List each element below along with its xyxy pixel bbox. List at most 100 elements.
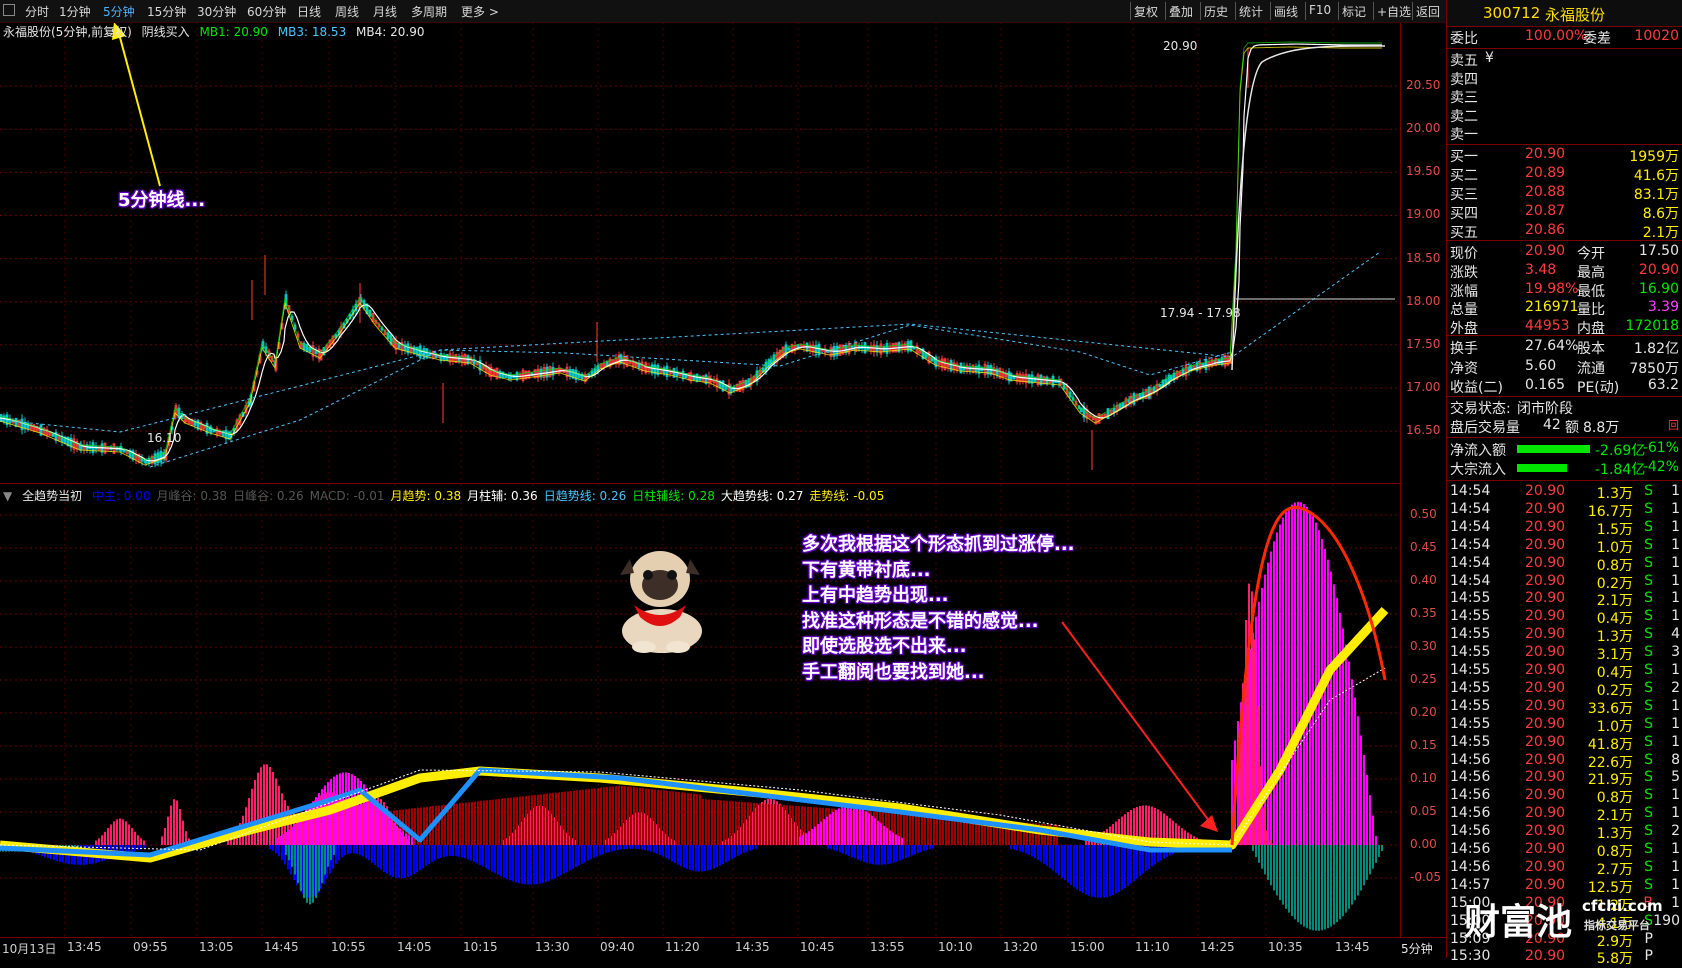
- bid-price: 20.86: [1525, 222, 1566, 238]
- cell: 买四: [1450, 206, 1478, 222]
- tool-button-1[interactable]: 叠加: [1169, 3, 1193, 20]
- tool-button-7[interactable]: +自选: [1377, 3, 1411, 20]
- cell: 0.165: [1525, 377, 1566, 393]
- cell: 17.50: [1638, 243, 1679, 259]
- sell-level-3: 卖三: [1447, 87, 1682, 106]
- trade-price: 20.90: [1525, 679, 1566, 696]
- ma-line-green: [0, 41, 1382, 461]
- trade-count: 4: [1671, 626, 1680, 643]
- time-tick: 09:55: [133, 940, 168, 954]
- cell: 卖三: [1450, 90, 1478, 106]
- trade-price: 20.90: [1525, 554, 1566, 571]
- period-badge[interactable]: 5分钟: [1401, 940, 1433, 957]
- period-tab-2[interactable]: 5分钟: [103, 3, 135, 20]
- cell: 流通: [1577, 360, 1605, 377]
- cell: 卖一: [1450, 127, 1478, 143]
- cell: 20.90: [1525, 243, 1566, 259]
- indicator-legend-item: 日柱辅线: 0.28: [632, 489, 715, 503]
- high-price-marker: 20.90: [1163, 39, 1198, 53]
- trade-price: 20.90: [1525, 662, 1566, 678]
- trade-row: 14:56 20.90 22.6万 S 8: [1447, 751, 1682, 771]
- annotation-arrow: [117, 29, 161, 187]
- time-tick: 14:05: [397, 940, 432, 954]
- indicator-tick: 0.15: [1410, 738, 1437, 752]
- candle-body: [1112, 407, 1116, 413]
- trade-row: 14:55 20.90 2.1万 S 1: [1447, 590, 1682, 609]
- trade-count: 1: [1671, 518, 1680, 535]
- trendline-upper: [0, 251, 1381, 433]
- indicator-title[interactable]: 全趋势当初: [22, 489, 82, 503]
- trade-row: 14:56 20.90 2.7万 S 1: [1447, 858, 1682, 878]
- axis-divider: [0, 937, 1446, 938]
- cell: 14:54: [1450, 483, 1491, 499]
- chart-canvas[interactable]: [0, 0, 1446, 958]
- candle-body: [439, 353, 443, 361]
- trade-price: 20.90: [1525, 787, 1566, 804]
- period-tab-0[interactable]: 分时: [25, 3, 49, 20]
- trade-count: 2: [1671, 679, 1680, 696]
- weibi-value: 100.00%: [1525, 28, 1588, 44]
- tool-button-2[interactable]: 历史: [1204, 3, 1228, 20]
- price-tick: 19.50: [1406, 164, 1441, 179]
- tool-button-8[interactable]: 返回: [1416, 3, 1440, 20]
- tool-button-5[interactable]: F10: [1309, 3, 1331, 17]
- cell: 63.2: [1647, 377, 1679, 393]
- trade-side: S: [1644, 554, 1653, 571]
- cell: PE(动): [1577, 380, 1620, 396]
- trade-row: 14:56 20.90 0.8万 S 1: [1447, 787, 1682, 806]
- candle-body: [545, 366, 549, 378]
- cell: 最低: [1577, 283, 1605, 300]
- period-tab-3[interactable]: 15分钟: [147, 3, 186, 20]
- period-tab-7[interactable]: 周线: [335, 3, 359, 20]
- low-price-marker: 16.10: [147, 431, 182, 445]
- time-tick: 10:35: [1268, 940, 1303, 954]
- trade-count: 1: [1671, 787, 1680, 804]
- period-tab-5[interactable]: 60分钟: [247, 3, 286, 20]
- indicator-annotation-line: 下有黄带衬底...: [802, 559, 931, 581]
- price-tick: 17.00: [1406, 380, 1441, 395]
- time-tick: 13:30: [535, 940, 570, 954]
- trade-row: 14:55 20.90 3.1万 S 3: [1447, 644, 1682, 663]
- pug-icon: [620, 551, 702, 653]
- weibi-row: 委比 100.00% 委差 10020: [1450, 28, 1679, 47]
- period-tab-8[interactable]: 月线: [373, 3, 397, 20]
- collapse-icon[interactable]: ▼: [3, 489, 12, 503]
- trade-row: 14:55 20.90 0.2万 S 2: [1447, 679, 1682, 699]
- period-tab-1[interactable]: 1分钟: [59, 3, 91, 20]
- cell: 涨跌: [1450, 264, 1478, 281]
- mb4-value: MB4: 20.90: [356, 25, 425, 39]
- period-tab-4[interactable]: 30分钟: [197, 3, 236, 20]
- price-tick: 19.00: [1406, 207, 1441, 222]
- indicator-name[interactable]: 阴线买入: [142, 25, 190, 39]
- indicator-annotation-line: 即使选股选不出来...: [802, 636, 967, 657]
- trade-side: S: [1644, 751, 1653, 768]
- candle-body: [144, 460, 148, 464]
- trade-count: 2: [1671, 823, 1680, 840]
- period-tab-9[interactable]: 多周期: [411, 3, 447, 20]
- trade-row: 14:55 20.90 0.4万 S 1: [1447, 608, 1682, 627]
- period-tab-10[interactable]: 更多 >: [461, 3, 499, 20]
- netflow-row: 净流入额 -2.69亿 -61%: [1447, 440, 1682, 459]
- bid-volume: 41.6万: [1633, 168, 1679, 184]
- after-hours-badge[interactable]: 回: [1668, 417, 1679, 433]
- cell: 172018: [1625, 318, 1679, 335]
- trade-row: 14:55 20.90 1.3万 S 4: [1447, 626, 1682, 645]
- trade-count: 1: [1671, 500, 1680, 517]
- indicator-annotation-line: 多次我根据这个形态抓到过涨停...: [802, 534, 1075, 555]
- indicator-annotation-line: 手工翻阅也要找到她...: [802, 661, 985, 683]
- watermark-brand: 财富池: [1464, 902, 1573, 943]
- cell: 27.64%: [1525, 338, 1579, 354]
- time-tick: 14:35: [735, 940, 770, 954]
- cell: -42%: [1642, 459, 1679, 475]
- tool-button-4[interactable]: 画线: [1274, 3, 1298, 20]
- trade-count: 5: [1671, 769, 1680, 786]
- window-menu-icon[interactable]: [3, 4, 15, 16]
- cell: 买一: [1450, 149, 1478, 165]
- trade-side: S: [1644, 858, 1653, 875]
- period-tab-6[interactable]: 日线: [297, 3, 321, 20]
- tool-button-6[interactable]: 标记: [1342, 3, 1366, 20]
- indicator-tick: 0.00: [1410, 837, 1437, 851]
- trade-row: 14:55 20.90 1.0万 S 1: [1447, 716, 1682, 735]
- tool-button-0[interactable]: 复权: [1134, 3, 1158, 20]
- tool-button-3[interactable]: 统计: [1239, 3, 1263, 20]
